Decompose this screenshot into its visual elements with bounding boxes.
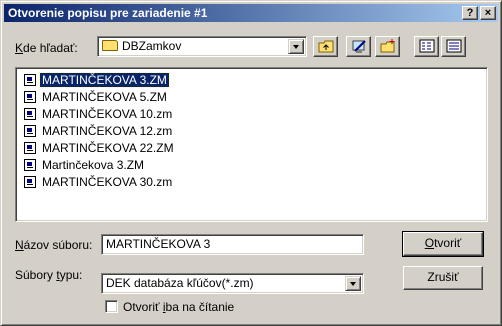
file-type-label: Súbory typu:: [15, 268, 83, 282]
chevron-down-icon[interactable]: [288, 39, 304, 54]
look-in-label: Kde hľadať:: [15, 41, 78, 55]
title-bar[interactable]: Otvorenie popisu pre zariadenie #1: [4, 4, 498, 22]
list-view-icon: [419, 39, 435, 53]
file-icon: [24, 176, 36, 188]
look-in-combo[interactable]: DBZamkov: [97, 36, 307, 57]
details-view-button[interactable]: [441, 36, 466, 57]
file-list[interactable]: MARTINČEKOVA 3.ZM MARTINČEKOVA 5.ZM MART…: [15, 67, 488, 222]
list-item[interactable]: MARTINČEKOVA 12.zm: [22, 123, 174, 139]
file-icon: [24, 125, 36, 137]
file-icon: [24, 91, 36, 103]
file-name-label: Názov súboru:: [15, 238, 93, 252]
list-view-button[interactable]: [414, 36, 439, 57]
folder-icon: [102, 40, 118, 51]
list-item[interactable]: MARTINČEKOVA 22.ZM: [22, 140, 176, 156]
details-view-icon: [446, 39, 462, 53]
open-file-dialog: Otvorenie popisu pre zariadenie #1 ? × K…: [0, 0, 502, 326]
chevron-down-icon[interactable]: [345, 276, 361, 291]
new-folder-icon: [380, 39, 395, 53]
window-title: Otvorenie popisu pre zariadenie #1: [8, 6, 208, 20]
list-item[interactable]: MARTINČEKOVA 30.zm: [22, 174, 174, 190]
cancel-button[interactable]: Zrušiť: [403, 266, 483, 290]
list-item[interactable]: MARTINČEKOVA 5.ZM: [22, 89, 169, 105]
list-item[interactable]: MARTINČEKOVA 10.zm: [22, 106, 174, 122]
file-icon: [24, 159, 36, 171]
open-button[interactable]: Otvoriť: [402, 231, 484, 257]
file-icon: [24, 74, 36, 86]
up-folder-icon: [318, 40, 334, 53]
file-name-input[interactable]: MARTINČEKOVA 3: [101, 234, 364, 255]
list-item[interactable]: Martinčekova 3.ZM: [22, 157, 146, 173]
file-icon: [24, 142, 36, 154]
look-in-value: DBZamkov: [122, 39, 182, 53]
desktop-icon: [352, 40, 366, 53]
close-button[interactable]: ×: [480, 6, 496, 20]
help-button[interactable]: ?: [462, 6, 478, 20]
readonly-label[interactable]: Otvoriť iba na čítanie: [123, 300, 234, 314]
file-type-combo[interactable]: DEK databáza kľúčov(*.zm): [101, 273, 364, 294]
readonly-checkbox[interactable]: [105, 300, 118, 313]
list-item[interactable]: MARTINČEKOVA 3.ZM: [22, 72, 170, 88]
up-one-level-button[interactable]: [313, 36, 338, 57]
file-icon: [24, 108, 36, 120]
file-type-value: DEK databáza kľúčov(*.zm): [106, 276, 254, 290]
desktop-button[interactable]: [346, 36, 371, 57]
new-folder-button[interactable]: [375, 36, 400, 57]
